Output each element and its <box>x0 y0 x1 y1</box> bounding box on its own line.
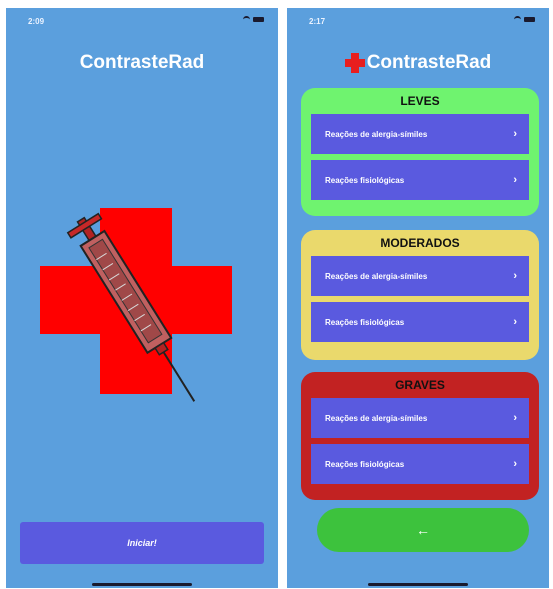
moderados-physiological-button[interactable]: Reações fisiológicas › <box>311 302 529 342</box>
status-icons <box>514 16 535 23</box>
item-label: Reações de alergia-símiles <box>325 129 428 139</box>
status-time: 2:09 <box>28 17 45 26</box>
start-screen: 2:09 ContrasteRad Iniciar! <box>6 8 278 588</box>
chevron-right-icon: › <box>513 128 517 140</box>
item-label: Reações de alergia-símiles <box>325 413 428 423</box>
chevron-right-icon: › <box>513 412 517 424</box>
graves-allergy-like-button[interactable]: Reações de alergia-símiles › <box>311 398 529 438</box>
chevron-right-icon: › <box>513 174 517 186</box>
home-indicator <box>92 583 192 586</box>
panel-title-leves: LEVES <box>400 94 440 108</box>
chevron-right-icon: › <box>513 458 517 470</box>
item-label: Reações fisiológicas <box>325 317 405 327</box>
item-label: Reações fisiológicas <box>325 175 405 185</box>
app-title: ContrasteRad <box>366 52 492 73</box>
panel-title-moderados: MODERADOS <box>380 236 460 250</box>
graves-physiological-button[interactable]: Reações fisiológicas › <box>311 444 529 484</box>
battery-icon <box>524 17 535 22</box>
battery-icon <box>253 17 264 22</box>
logo-cross-syringe-icon <box>40 208 232 402</box>
panel-title-graves: GRAVES <box>395 378 445 392</box>
back-button[interactable]: ← <box>317 508 529 552</box>
reactions-menu-screen: 2:17 ContrasteRad LEVES Reações de alerg… <box>287 8 549 588</box>
app-title: ContrasteRad <box>79 52 205 73</box>
leves-allergy-like-button[interactable]: Reações de alergia-símiles › <box>311 114 529 154</box>
chevron-right-icon: › <box>513 316 517 328</box>
moderados-allergy-like-button[interactable]: Reações de alergia-símiles › <box>311 256 529 296</box>
status-icons <box>243 16 264 23</box>
home-indicator <box>368 583 468 586</box>
panel-leves: LEVES Reações de alergia-símiles › Reaçõ… <box>301 88 539 216</box>
leves-physiological-button[interactable]: Reações fisiológicas › <box>311 160 529 200</box>
chevron-right-icon: › <box>513 270 517 282</box>
panel-moderados: MODERADOS Reações de alergia-símiles › R… <box>301 230 539 360</box>
wifi-icon <box>243 16 250 23</box>
wifi-icon <box>514 16 521 23</box>
status-time: 2:17 <box>309 17 326 26</box>
arrow-left-icon: ← <box>416 522 430 538</box>
item-label: Reações fisiológicas <box>325 459 405 469</box>
item-label: Reações de alergia-símiles <box>325 271 428 281</box>
panel-graves: GRAVES Reações de alergia-símiles › Reaç… <box>301 372 539 500</box>
status-bar: 2:09 <box>6 14 278 30</box>
app-title-row: ContrasteRad <box>287 52 549 74</box>
status-bar: 2:17 <box>287 14 549 30</box>
start-button[interactable]: Iniciar! <box>20 522 264 564</box>
red-cross-icon <box>344 53 365 73</box>
